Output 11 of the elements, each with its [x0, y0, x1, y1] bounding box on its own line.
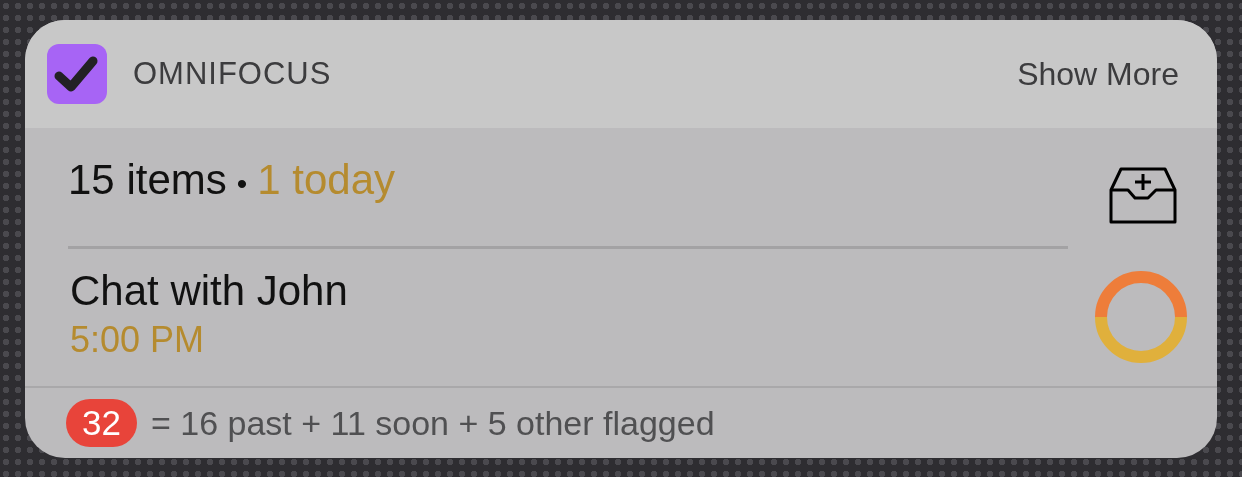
today-count: 1 today [257, 155, 396, 204]
bullet-separator: • [236, 166, 248, 201]
inbox-add-icon[interactable] [1107, 165, 1179, 226]
task-time: 5:00 PM [70, 318, 206, 361]
app-name: OMNIFOCUS [133, 56, 332, 92]
checkmark-app-icon [47, 44, 107, 104]
flagged-badge: 32 [66, 399, 137, 447]
task-title[interactable]: Chat with John [70, 266, 348, 315]
flagged-breakdown: = 16 past + 11 soon + 5 other flagged [150, 403, 715, 443]
show-more-button[interactable]: Show More [1017, 55, 1179, 93]
item-count: 15 items [68, 155, 227, 204]
